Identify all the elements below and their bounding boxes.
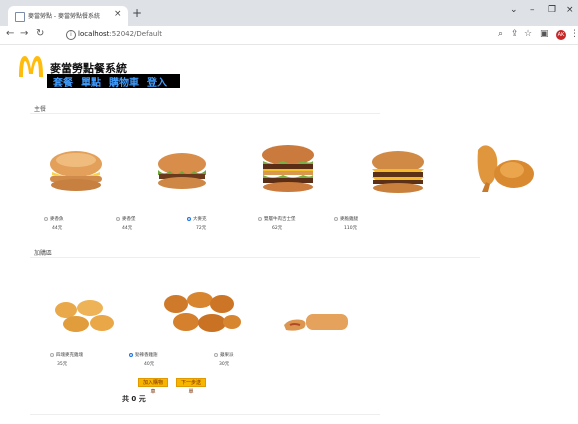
address-bar[interactable]: localhost:52042/Default [78, 30, 162, 38]
chicken-wings-image[interactable] [160, 290, 244, 336]
option-double-cheeseburger[interactable]: 雙層牛肉吉士堡 [258, 216, 296, 222]
price-apple-pie: 30元 [219, 362, 230, 367]
option-wings[interactable]: 勁辣香雞翅 [129, 352, 158, 358]
nav-login[interactable]: 登入 [147, 74, 167, 89]
radio-icon[interactable] [214, 353, 218, 357]
reload-icon[interactable]: ↻ [36, 28, 44, 39]
info-icon[interactable]: i [66, 30, 76, 40]
tab-title: 麥當勞點 - 麥當勞點餐系統 [28, 13, 100, 20]
sidebar-icon[interactable]: ▣ [540, 29, 549, 39]
divider [30, 414, 380, 415]
price-chicken: 110元 [344, 226, 358, 231]
restore-icon[interactable]: ❐ [548, 5, 556, 15]
divider [30, 113, 380, 114]
new-tab-icon[interactable]: + [132, 6, 142, 20]
radio-icon[interactable] [44, 217, 48, 221]
double-cheeseburger-image[interactable] [368, 150, 428, 194]
radio-icon[interactable] [258, 217, 262, 221]
big-mac-image[interactable] [258, 144, 318, 194]
nav-cart[interactable]: 購物車 [109, 74, 139, 89]
option-apple-pie[interactable]: 蘋果派 [214, 352, 234, 358]
fish-burger-image[interactable] [46, 150, 106, 192]
radio-icon[interactable] [334, 217, 338, 221]
radio-selected-icon[interactable] [187, 217, 191, 221]
zoom-icon[interactable]: ⌕ [498, 29, 503, 39]
radio-selected-icon[interactable] [129, 353, 133, 357]
menu-icon[interactable]: ⋮ [570, 29, 578, 39]
radio-icon[interactable] [116, 217, 120, 221]
main-section-label: 主餐 [34, 106, 47, 113]
browser-toolbar: ← → ↻ i localhost:52042/Default ⌕ ⇪ ☆ ▣ … [0, 26, 578, 45]
sides-section-label: 加購區 [34, 250, 53, 257]
apple-pie-image[interactable] [280, 312, 352, 334]
fried-chicken-image[interactable] [470, 140, 540, 195]
add-to-cart-button[interactable]: 加入購物車 [138, 378, 168, 395]
nav-single-items[interactable]: 單點 [81, 74, 101, 89]
option-mcburger[interactable]: 麥香堡 [116, 216, 136, 222]
option-nuggets[interactable]: 四塊麥克雞塊 [50, 352, 83, 358]
close-window-icon[interactable]: × [566, 5, 574, 15]
browser-tabstrip: 麥當勞點 - 麥當勞點餐系統 × + ⌄ – ❐ × [0, 0, 578, 26]
nav-combo-meals[interactable]: 套餐 [53, 74, 73, 89]
share-icon[interactable]: ⇪ [511, 29, 519, 39]
price-fish-burger: 44元 [52, 226, 63, 231]
price-wings: 40元 [144, 362, 155, 367]
chicken-nuggets-image[interactable] [52, 298, 118, 334]
star-icon[interactable]: ☆ [524, 29, 532, 39]
page-icon [15, 12, 25, 22]
avatar[interactable]: AK [556, 30, 566, 40]
price-double-cheeseburger: 62元 [272, 226, 283, 231]
price-big-mac: 72元 [196, 226, 207, 231]
option-fish-burger[interactable]: 麥香魚 [44, 216, 64, 222]
back-icon[interactable]: ← [6, 28, 14, 39]
price-nuggets: 35元 [57, 362, 68, 367]
order-total: 共 0 元 [122, 395, 146, 403]
mcburger-image[interactable] [154, 152, 210, 192]
price-mcburger: 44元 [122, 226, 133, 231]
mcdonalds-logo-icon[interactable] [18, 54, 44, 78]
close-tab-icon[interactable]: × [114, 9, 122, 19]
main-nav: 套餐 單點 購物車 登入 [47, 74, 180, 89]
browser-tab[interactable]: 麥當勞點 - 麥當勞點餐系統 × [8, 6, 128, 26]
chevron-down-icon[interactable]: ⌄ [510, 5, 518, 15]
next-step-button[interactable]: 下一步送單 [176, 378, 206, 395]
option-big-mac[interactable]: 大麥克 [187, 216, 207, 222]
radio-icon[interactable] [50, 353, 54, 357]
option-chicken[interactable]: 麥脆雞腿 [334, 216, 358, 222]
divider [30, 257, 480, 258]
minimize-icon[interactable]: – [530, 5, 535, 15]
forward-icon[interactable]: → [20, 28, 28, 39]
